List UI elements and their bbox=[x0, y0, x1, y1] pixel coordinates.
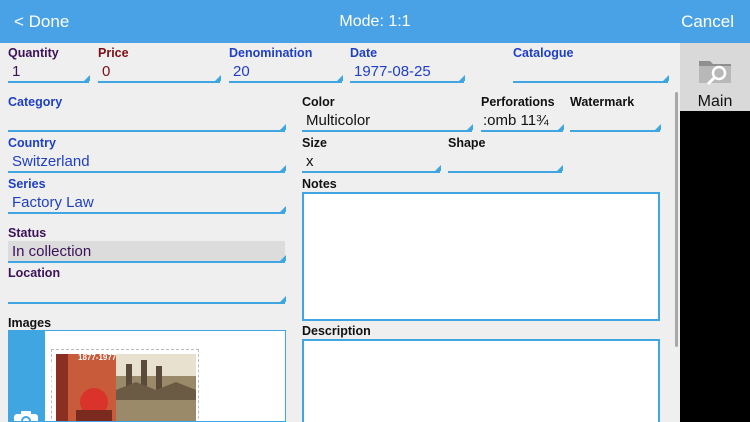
color-label: Color bbox=[302, 95, 335, 109]
country-label: Country bbox=[8, 136, 56, 150]
date-field[interactable]: 1977-08-25 bbox=[350, 63, 465, 83]
country-value: Switzerland bbox=[12, 153, 90, 170]
denomination-field[interactable]: 20 bbox=[229, 63, 343, 83]
watermark-label: Watermark bbox=[570, 95, 635, 109]
images-label: Images bbox=[8, 316, 52, 330]
quantity-label: Quantity bbox=[8, 46, 59, 60]
category-label: Category bbox=[8, 95, 63, 109]
main-tab-label: Main bbox=[697, 93, 733, 110]
notes-label: Notes bbox=[302, 177, 337, 191]
catalogue-label: Catalogue bbox=[513, 46, 574, 60]
stamp-years-text: 1877-1977 bbox=[78, 353, 117, 362]
stamp-edit-form: Quantity 1 Price 0 Denomination 20 Date … bbox=[0, 43, 680, 422]
size-label: Size bbox=[302, 136, 328, 150]
denomination-label: Denomination bbox=[229, 46, 313, 60]
camera-icon[interactable] bbox=[12, 409, 40, 422]
date-value: 1977-08-25 bbox=[354, 63, 431, 80]
location-label: Location bbox=[8, 266, 61, 280]
denomination-value: 20 bbox=[233, 63, 250, 80]
catalogue-field[interactable] bbox=[513, 63, 669, 83]
description-textarea[interactable] bbox=[302, 339, 660, 422]
price-field[interactable]: 0 bbox=[98, 63, 221, 83]
notes-textarea[interactable] bbox=[302, 192, 660, 321]
quantity-value: 1 bbox=[12, 63, 21, 80]
mode-title: Mode: 1:1 bbox=[339, 13, 411, 30]
shape-label: Shape bbox=[448, 136, 486, 150]
price-label: Price bbox=[98, 46, 129, 60]
color-value: Multicolor bbox=[306, 112, 371, 129]
series-field[interactable]: Factory Law bbox=[8, 194, 286, 214]
status-field[interactable]: In collection bbox=[8, 241, 286, 263]
stamp-country-text: VETIA bbox=[46, 363, 56, 390]
series-value: Factory Law bbox=[12, 194, 94, 211]
country-field[interactable]: Switzerland bbox=[8, 153, 286, 173]
cancel-button[interactable]: Cancel bbox=[681, 0, 734, 43]
watermark-field[interactable] bbox=[570, 112, 661, 132]
status-label: Status bbox=[8, 226, 47, 240]
series-label: Series bbox=[8, 177, 46, 191]
category-field[interactable] bbox=[8, 112, 286, 132]
location-field[interactable] bbox=[8, 284, 286, 304]
price-value: 0 bbox=[102, 63, 111, 80]
date-label: Date bbox=[350, 46, 378, 60]
images-side-strip bbox=[9, 331, 45, 422]
form-scrollbar[interactable] bbox=[675, 92, 678, 347]
images-panel[interactable]: 1877-1977 VETIA bbox=[8, 330, 286, 422]
shape-field[interactable] bbox=[448, 153, 563, 173]
perforations-label: Perforations bbox=[481, 95, 555, 109]
quantity-field[interactable]: 1 bbox=[8, 63, 90, 83]
size-field[interactable]: x bbox=[302, 153, 441, 173]
top-navigation-bar: < Done Mode: 1:1 Cancel bbox=[0, 0, 750, 43]
done-button[interactable]: < Done bbox=[14, 0, 69, 43]
size-value: x bbox=[306, 153, 314, 170]
perforations-field[interactable]: :omb 11¾ bbox=[481, 112, 564, 132]
main-tab[interactable]: Main bbox=[680, 43, 750, 111]
description-label: Description bbox=[302, 324, 371, 338]
status-value: In collection bbox=[12, 243, 92, 260]
folder-search-icon bbox=[699, 61, 731, 86]
color-field[interactable]: Multicolor bbox=[302, 112, 473, 132]
side-panel: Main bbox=[680, 43, 750, 422]
stamp-image[interactable]: 1877-1977 VETIA bbox=[46, 349, 199, 421]
perforations-value: :omb 11¾ bbox=[483, 112, 549, 129]
